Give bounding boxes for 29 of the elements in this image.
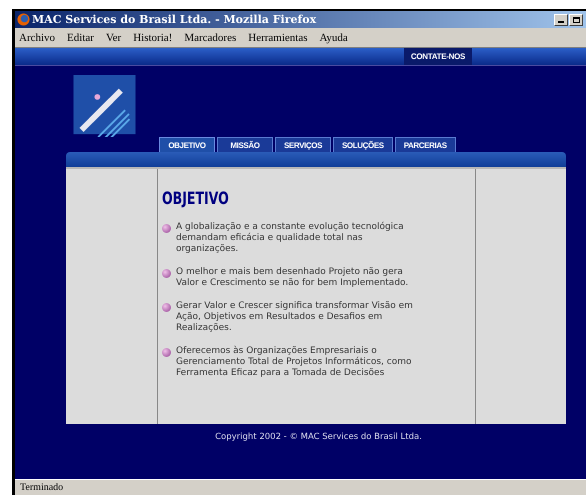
bullet-text: A globalização e a constante evolução tecnológica demandam eficácia e qualidade total nas organizações. xyxy=(176,222,405,255)
nav-tab[interactable]: OBJETIVO xyxy=(159,137,215,152)
menu-item[interactable]: Historia! xyxy=(133,32,172,44)
menu-item[interactable]: Ver xyxy=(106,32,122,44)
window-title: MAC Services do Brasil Ltda. - Mozilla Firefox xyxy=(32,13,316,26)
bullet-icon xyxy=(162,348,171,357)
menu-item[interactable]: Ayuda xyxy=(320,32,348,44)
bullet-text: Gerar Valor e Crescer significa transformar Visão em Ação, Objetivos em Resultados e Desafios em Realizações. xyxy=(176,301,414,334)
menu-item[interactable]: Editar xyxy=(67,32,94,44)
menu-item[interactable]: Archivo xyxy=(19,32,56,44)
nav-tab[interactable]: SOLUÇÕES xyxy=(333,137,393,152)
bullet-text: O melhor e mais bem desenhado Projeto não gera Valor e Crescimento se não for bem Implementado. xyxy=(176,267,410,289)
copyright-text: Copyright 2002 - © MAC Services do Brasil Ltda. xyxy=(214,432,423,442)
minimize-button[interactable] xyxy=(554,14,568,26)
status-text: Terminado xyxy=(20,482,64,493)
bullet-icon xyxy=(162,269,171,278)
nav-tab[interactable]: SERVIÇOS xyxy=(275,137,331,152)
section-heading: OBJETIVO xyxy=(162,189,229,209)
bullet-icon xyxy=(162,303,171,312)
menu-item[interactable]: Herramientas xyxy=(248,32,308,44)
menu-item[interactable]: Marcadores xyxy=(184,32,236,44)
nav-tab[interactable]: PARCERIAS xyxy=(394,137,456,152)
logo-icon xyxy=(72,75,137,137)
bullet-text: Oferecemos às Organizações Empresariais o Gerenciamento Total de Projetos Informáticos, como Ferramenta Eficaz para a Tomada de Decisões xyxy=(176,346,412,379)
maximize-button[interactable] xyxy=(569,14,583,26)
nav-tab[interactable]: MISSÃO xyxy=(217,137,273,152)
bullet-icon xyxy=(162,224,171,233)
contact-button[interactable]: CONTATE-NOS xyxy=(404,48,472,65)
browser-logo-icon xyxy=(17,13,30,26)
